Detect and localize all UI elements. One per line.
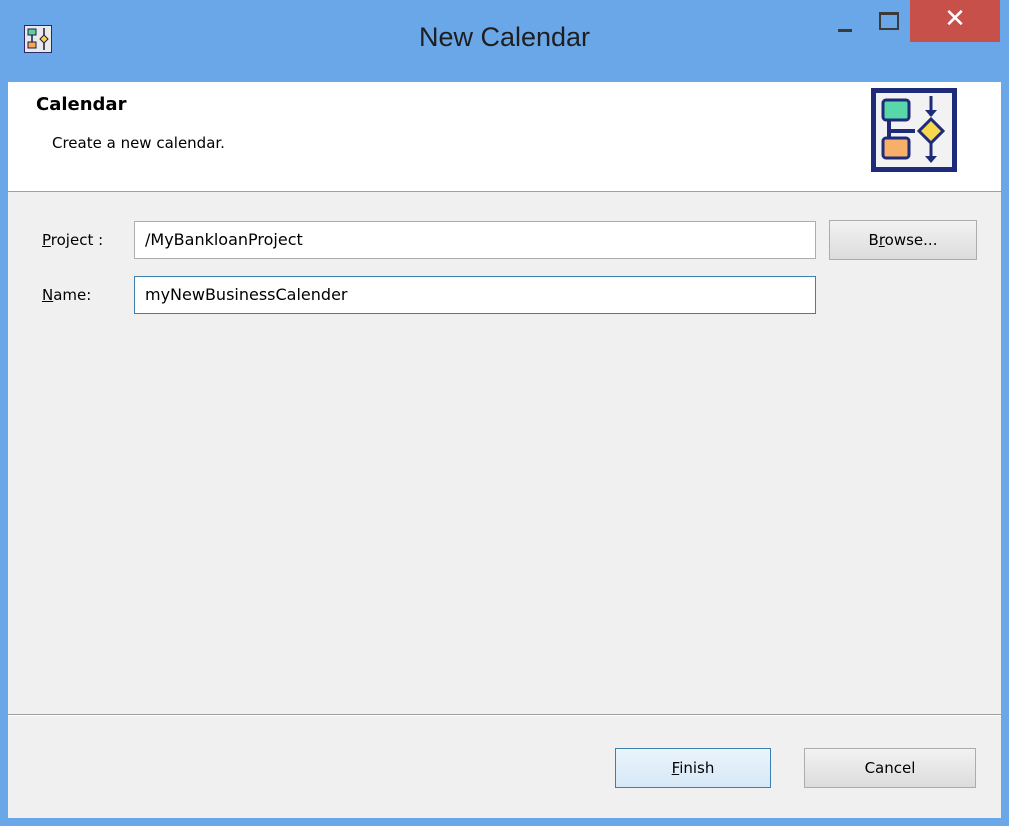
footer-separator — [8, 714, 1001, 716]
close-button[interactable]: ✕ — [910, 0, 1000, 42]
title-bar[interactable]: New Calendar ✕ — [0, 0, 1009, 82]
minimize-button[interactable] — [822, 0, 866, 42]
project-label-text: roject : — [50, 231, 104, 249]
new-calendar-dialog: New Calendar ✕ Calendar Create a new cal… — [0, 0, 1009, 826]
project-field[interactable]: /MyBankloanProject — [134, 221, 816, 259]
maximize-button[interactable] — [866, 0, 910, 42]
project-label-mnemonic: P — [42, 231, 51, 249]
name-label-text: ame: — [53, 286, 92, 304]
close-icon: ✕ — [944, 4, 966, 34]
name-label: Name: — [42, 286, 91, 304]
banner-title: Calendar — [36, 94, 127, 115]
wizard-banner: Calendar Create a new calendar. — [8, 82, 1001, 192]
banner-subtitle: Create a new calendar. — [52, 134, 225, 152]
browse-label-start: B — [868, 231, 879, 249]
finish-label-text: inish — [679, 759, 715, 777]
name-field[interactable]: myNewBusinessCalender — [134, 276, 816, 314]
finish-button[interactable]: Finish — [615, 748, 771, 788]
cancel-button[interactable]: Cancel — [804, 748, 976, 788]
dialog-body: Calendar Create a new calendar. Project … — [8, 82, 1001, 818]
workflow-diagram-icon — [871, 88, 957, 172]
browse-label-end: owse... — [884, 231, 938, 249]
browse-button[interactable]: Browse... — [829, 220, 977, 260]
name-label-mnemonic: N — [42, 286, 54, 304]
project-label: Project : — [42, 231, 103, 249]
